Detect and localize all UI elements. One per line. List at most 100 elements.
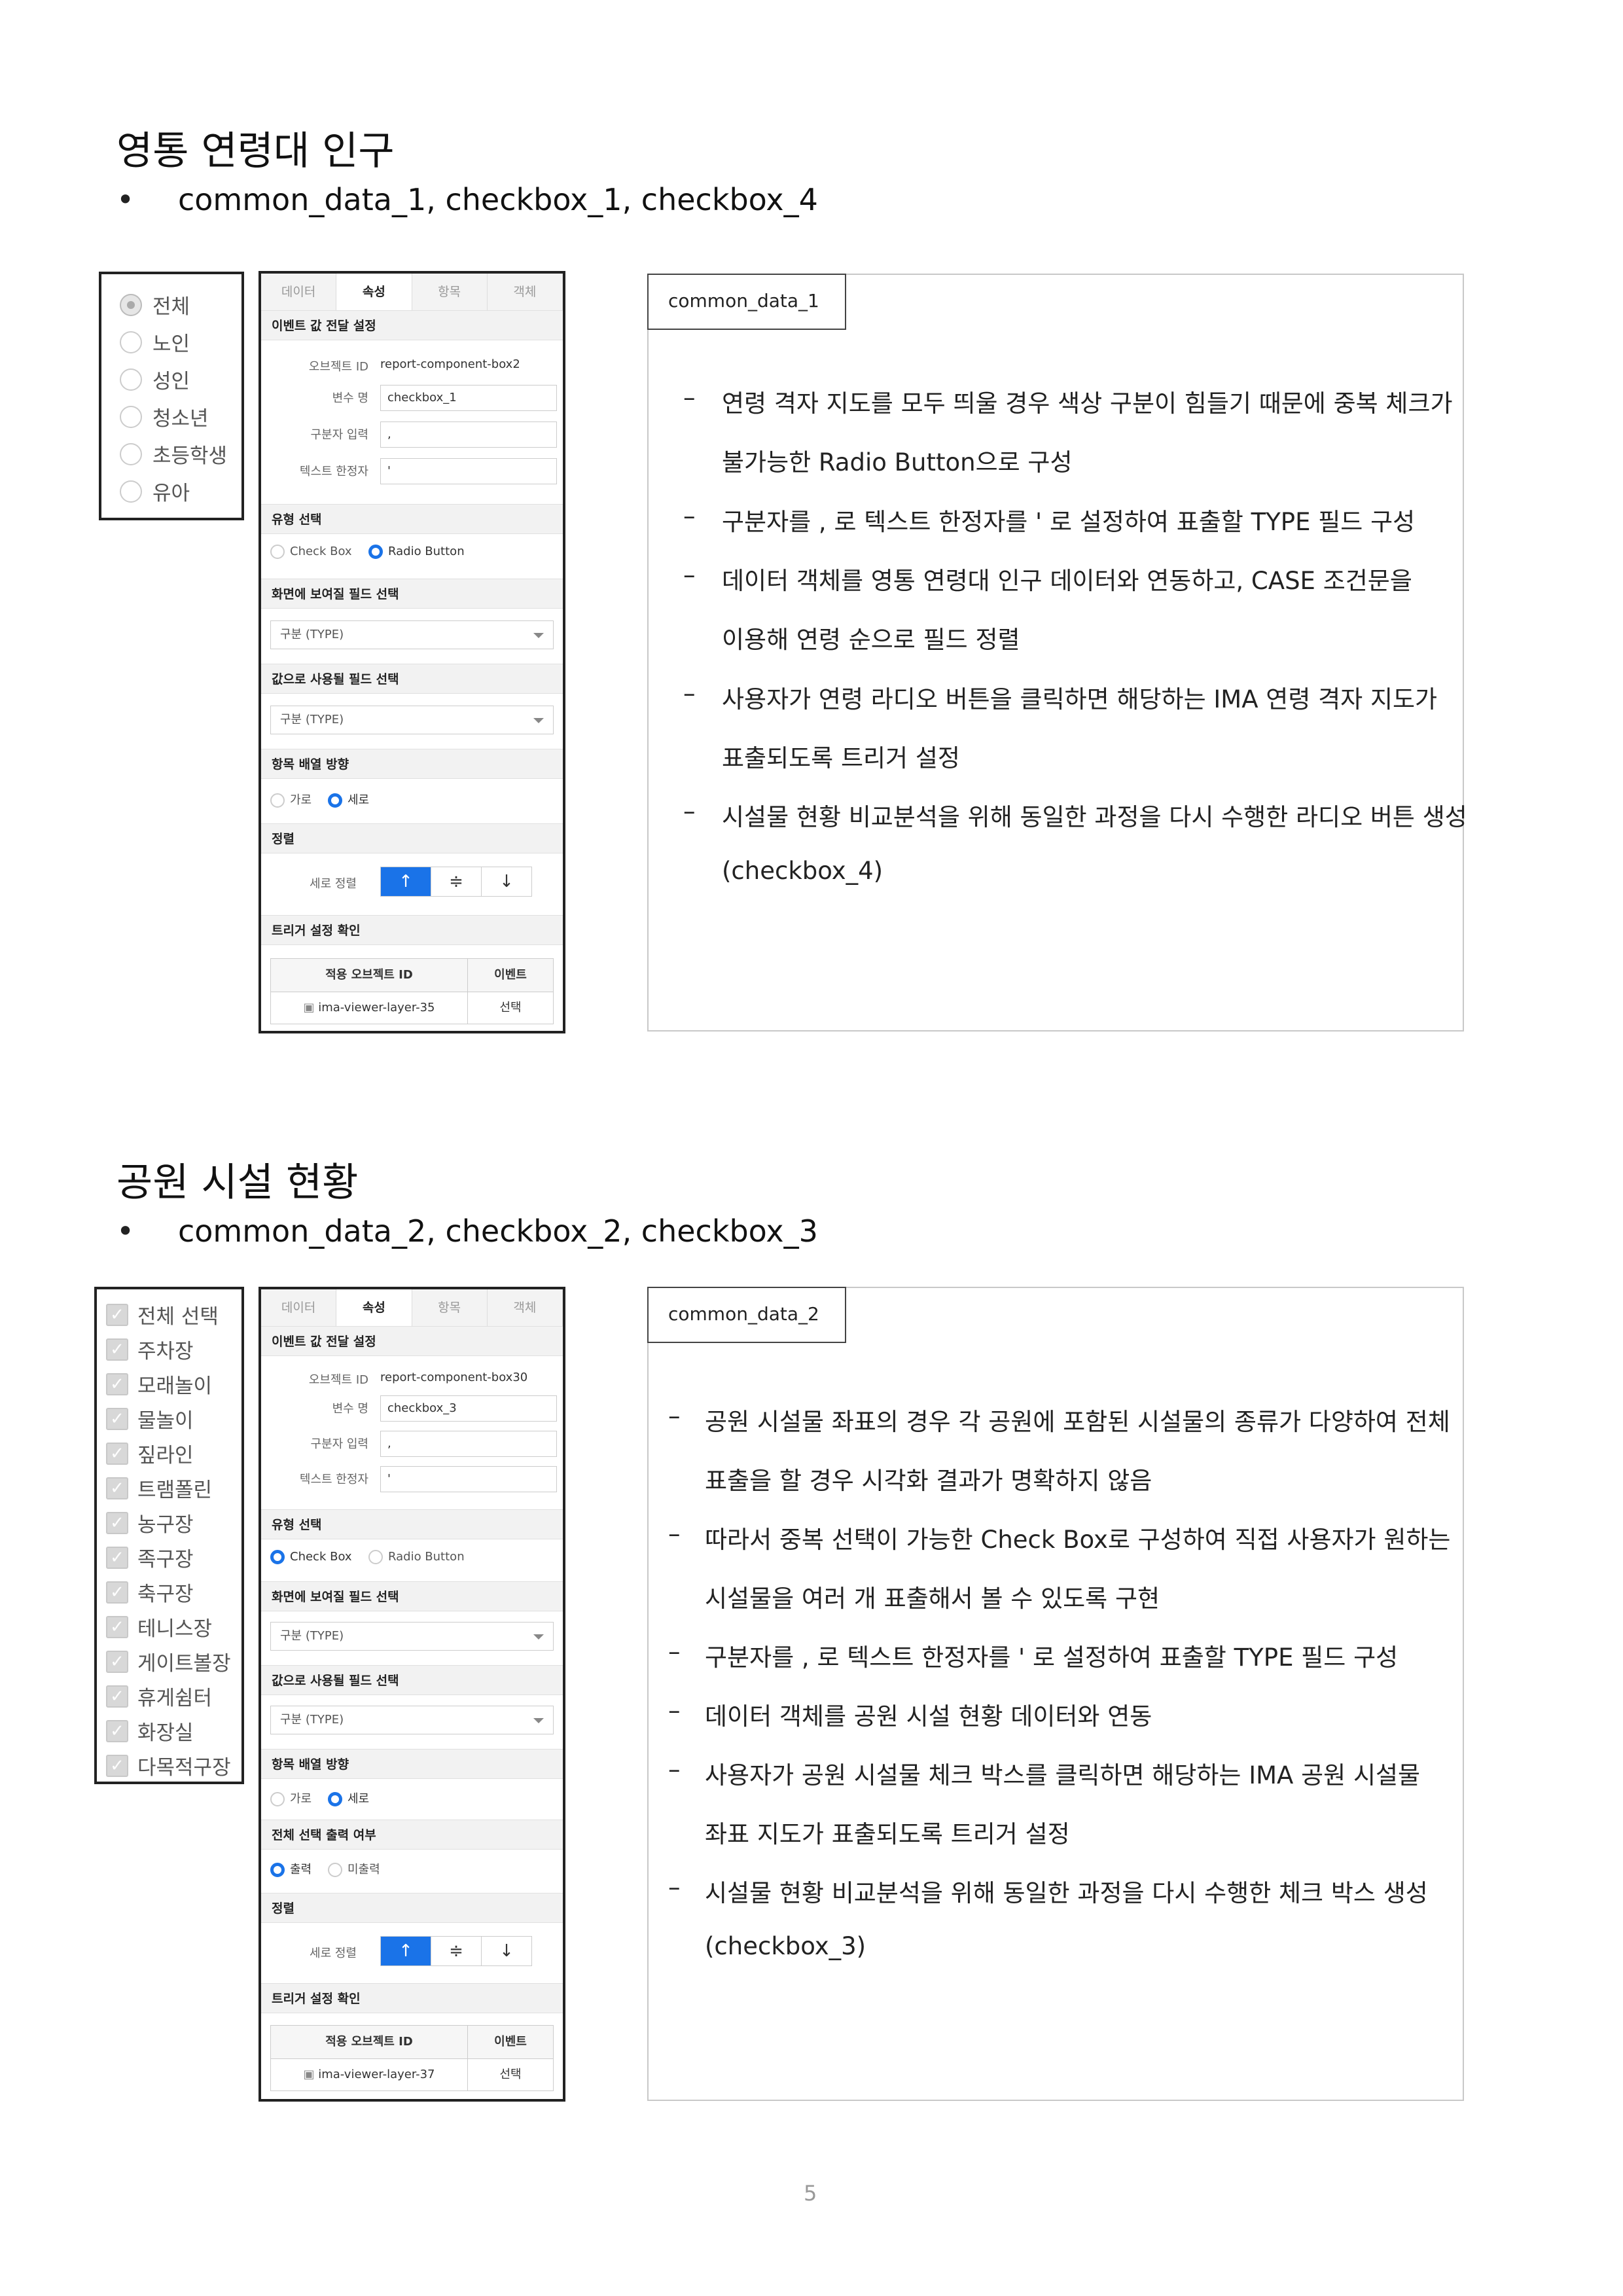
- direction-option-horizontal[interactable]: 가로: [270, 791, 312, 808]
- description-box-1: common_data_1 – 연령 격자 지도를 모두 띄울 경우 색상 구분…: [647, 274, 1467, 1031]
- radio-selected-icon: [270, 1863, 285, 1877]
- check-icon: ✓: [106, 1303, 128, 1326]
- tab-data[interactable]: 데이터: [261, 1289, 337, 1326]
- radio-option-infant[interactable]: 유아: [120, 476, 190, 506]
- align-top-icon[interactable]: ↑: [381, 1937, 431, 1965]
- vertical-align-label: 세로 정렬: [310, 877, 357, 891]
- checkbox-option[interactable]: ✓ 화장실: [106, 1716, 194, 1746]
- checkbox-option[interactable]: ✓ 게이트볼장: [106, 1647, 231, 1676]
- dash-marker: –: [668, 1520, 681, 1548]
- table-row[interactable]: ▣ ima-viewer-layer-37 선택: [271, 2059, 553, 2090]
- checkbox-option[interactable]: ✓ 테니스장: [106, 1612, 212, 1641]
- option-label: 모래놀이: [137, 1374, 213, 1398]
- type-option-radio[interactable]: Radio Button: [368, 545, 465, 559]
- direction-option-vertical[interactable]: 세로: [328, 791, 369, 808]
- option-label: Check Box: [290, 545, 352, 558]
- radio-selected-icon: [270, 1550, 285, 1564]
- display-field-select[interactable]: 구분 (TYPE): [270, 620, 554, 649]
- trigger-header-event: 이벤트: [494, 968, 527, 982]
- text-qualifier-input[interactable]: ': [380, 458, 557, 484]
- direction-option-vertical[interactable]: 세로: [328, 1789, 369, 1806]
- align-top-icon[interactable]: ↑: [381, 867, 431, 896]
- tab-items[interactable]: 항목: [412, 274, 488, 310]
- tab-objects[interactable]: 객체: [487, 274, 563, 310]
- separator-label: 구분자 입력: [310, 1437, 368, 1451]
- radio-option-senior[interactable]: 노인: [120, 327, 190, 357]
- var-name-input[interactable]: checkbox_3: [380, 1395, 557, 1422]
- checkbox-option[interactable]: ✓ 족구장: [106, 1543, 194, 1572]
- option-label: 다목적구장: [137, 1756, 231, 1780]
- checkbox-option[interactable]: ✓ 모래놀이: [106, 1369, 212, 1399]
- direction-option-horizontal[interactable]: 가로: [270, 1789, 312, 1806]
- radio-option-elementary[interactable]: 초등학생: [120, 439, 227, 469]
- text-qualifier-input[interactable]: ': [380, 1466, 557, 1492]
- option-label: 주차장: [137, 1340, 194, 1363]
- select-all-section-header: 전체 선택 출력 여부: [261, 1820, 563, 1850]
- checkbox-option[interactable]: ✓ 휴게쉼터: [106, 1681, 212, 1711]
- value-field-select[interactable]: 구분 (TYPE): [270, 706, 554, 734]
- object-id-value: report-component-box30: [380, 1371, 528, 1384]
- tab-properties[interactable]: 속성: [336, 274, 412, 310]
- checkbox-option[interactable]: ✓ 축구장: [106, 1577, 194, 1607]
- radio-option-youth[interactable]: 청소년: [120, 402, 209, 431]
- checkbox-option[interactable]: ✓ 다목적구장: [106, 1751, 231, 1780]
- radio-option-adult[interactable]: 성인: [120, 365, 190, 394]
- value-field-section-header: 값으로 사용될 필드 선택: [261, 664, 563, 694]
- tab-objects[interactable]: 객체: [487, 1289, 563, 1326]
- check-icon: ✓: [106, 1546, 128, 1569]
- layer-icon: ▣: [303, 2068, 319, 2081]
- checkbox-option[interactable]: ✓ 농구장: [106, 1508, 194, 1537]
- dash-marker: –: [668, 1402, 681, 1430]
- radio-selected-icon: [328, 793, 342, 808]
- dash-marker: –: [668, 1755, 681, 1784]
- direction-section-header: 항목 배열 방향: [261, 749, 563, 779]
- align-middle-icon[interactable]: ≑: [431, 1937, 482, 1965]
- separator-input[interactable]: ,: [380, 1431, 557, 1457]
- checkbox-option[interactable]: ✓ 트램폴린: [106, 1473, 212, 1503]
- type-option-radio[interactable]: Radio Button: [368, 1550, 465, 1564]
- type-option-checkbox[interactable]: Check Box: [270, 1550, 352, 1564]
- option-label: 전체: [152, 295, 190, 319]
- description-line: 데이터 객체를 공원 시설 현황 데이터와 연동: [705, 1702, 1152, 1731]
- align-section-header: 정렬: [261, 1893, 563, 1923]
- align-middle-icon[interactable]: ≑: [431, 867, 482, 896]
- option-label: 짚라인: [137, 1444, 194, 1467]
- event-section-header: 이벤트 값 전달 설정: [261, 1326, 563, 1356]
- select-all-option-hide[interactable]: 미출력: [328, 1860, 380, 1877]
- panel-tabs: 데이터 속성 항목 객체: [261, 274, 563, 311]
- tab-data[interactable]: 데이터: [261, 274, 337, 310]
- trigger-table: 적용 오브젝트 ID 이벤트 ▣ ima-viewer-layer-35 선택: [270, 958, 554, 1024]
- tab-properties[interactable]: 속성: [336, 1289, 412, 1326]
- checkbox-option[interactable]: ✓ 짚라인: [106, 1439, 194, 1468]
- check-icon: ✓: [106, 1581, 128, 1604]
- var-name-input[interactable]: checkbox_1: [380, 385, 557, 411]
- checkbox-option[interactable]: ✓ 전체 선택: [106, 1300, 219, 1329]
- tab-items[interactable]: 항목: [412, 1289, 488, 1326]
- radio-icon: [120, 368, 142, 391]
- radio-selected-icon: [120, 293, 142, 316]
- trigger-header-event: 이벤트: [494, 2035, 527, 2049]
- option-label: 유아: [152, 482, 190, 505]
- display-field-section-header: 화면에 보여질 필드 선택: [261, 1581, 563, 1611]
- radio-icon: [270, 545, 285, 559]
- display-field-select[interactable]: 구분 (TYPE): [270, 1622, 554, 1651]
- vertical-align-group: ↑ ≑ ↓: [380, 867, 532, 897]
- type-option-checkbox[interactable]: Check Box: [270, 545, 352, 559]
- option-label: Check Box: [290, 1550, 352, 1564]
- table-row[interactable]: ▣ ima-viewer-layer-35 선택: [271, 992, 553, 1024]
- checkbox-option[interactable]: ✓ 물놀이: [106, 1404, 194, 1433]
- radio-option-all[interactable]: 전체: [120, 290, 190, 319]
- radio-icon: [120, 405, 142, 428]
- description-line: 표출되도록 트리거 설정: [722, 744, 960, 772]
- align-bottom-icon[interactable]: ↓: [482, 867, 531, 896]
- check-icon: ✓: [106, 1338, 128, 1361]
- align-bottom-icon[interactable]: ↓: [482, 1937, 531, 1965]
- dash-marker: –: [668, 1873, 681, 1901]
- chevron-down-icon: [533, 633, 544, 638]
- select-all-option-show[interactable]: 출력: [270, 1860, 312, 1877]
- checkbox-option[interactable]: ✓ 주차장: [106, 1335, 194, 1364]
- option-label: 청소년: [152, 407, 209, 431]
- separator-input[interactable]: ,: [380, 422, 557, 448]
- value-field-select[interactable]: 구분 (TYPE): [270, 1706, 554, 1734]
- trigger-event: 선택: [499, 2068, 522, 2081]
